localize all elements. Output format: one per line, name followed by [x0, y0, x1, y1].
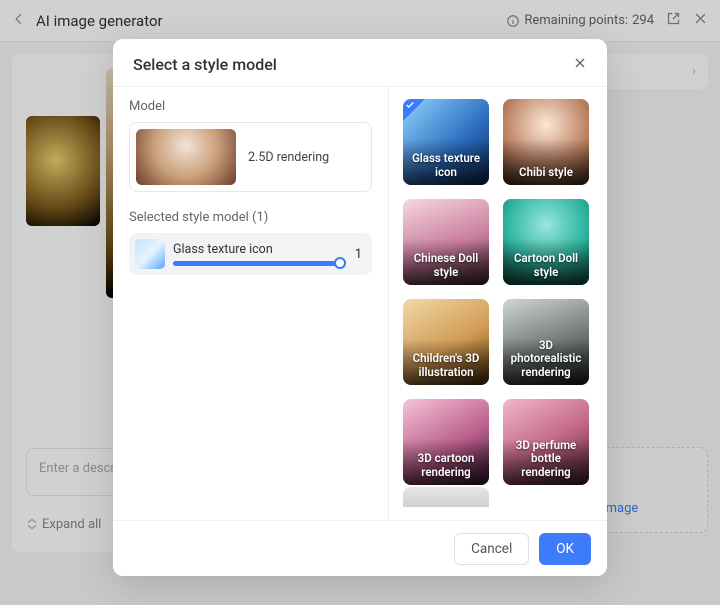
style-model-modal: Select a style model Model 2.5D renderin… [113, 39, 607, 576]
style-item-partial[interactable] [403, 487, 489, 507]
modal-left-pane: Model 2.5D rendering Selected style mode… [113, 87, 389, 520]
selected-check-icon [403, 99, 425, 121]
selected-style-title: Selected style model (1) [129, 210, 372, 225]
style-item-label: Chinese Doll style [407, 252, 485, 280]
base-model-card[interactable]: 2.5D rendering [129, 122, 372, 192]
style-item-cartoon-doll[interactable]: Cartoon Doll style [503, 199, 589, 285]
style-grid: Glass texture icon Chibi style Chinese D… [403, 99, 597, 485]
modal-body: Model 2.5D rendering Selected style mode… [113, 86, 607, 520]
style-item-3d-perfume[interactable]: 3D perfume bottle rendering [503, 399, 589, 485]
modal-header: Select a style model [113, 39, 607, 86]
style-item-chinese-doll[interactable]: Chinese Doll style [403, 199, 489, 285]
modal-right-pane: Glass texture icon Chibi style Chinese D… [389, 87, 607, 520]
style-item-label: 3D perfume bottle rendering [507, 439, 585, 480]
style-item-label: Glass texture icon [407, 152, 485, 180]
style-item-label: Children's 3D illustration [407, 352, 485, 380]
style-item-chibi-style[interactable]: Chibi style [503, 99, 589, 185]
style-item-childrens-3d[interactable]: Children's 3D illustration [403, 299, 489, 385]
weight-value: 1 [352, 247, 362, 262]
style-item-label: Cartoon Doll style [507, 252, 585, 280]
style-item-3d-photorealistic[interactable]: 3D photorealistic rendering [503, 299, 589, 385]
close-icon[interactable] [573, 56, 587, 74]
selected-style-row: Glass texture icon 1 [129, 233, 372, 275]
cancel-button[interactable]: Cancel [454, 533, 529, 565]
modal-footer: Cancel OK [113, 520, 607, 576]
model-section-label: Model [129, 99, 372, 114]
style-item-label: Chibi style [507, 166, 585, 180]
modal-title: Select a style model [133, 55, 277, 74]
selected-style-thumbnail [135, 239, 165, 269]
style-item-3d-cartoon[interactable]: 3D cartoon rendering [403, 399, 489, 485]
style-item-glass-texture-icon[interactable]: Glass texture icon [403, 99, 489, 185]
base-model-name: 2.5D rendering [248, 150, 329, 165]
ok-button[interactable]: OK [539, 533, 591, 565]
style-item-label: 3D photorealistic rendering [507, 339, 585, 380]
slider-knob[interactable] [334, 257, 346, 269]
selected-style-name: Glass texture icon [173, 242, 344, 257]
base-model-thumbnail [136, 129, 236, 185]
style-item-label: 3D cartoon rendering [407, 452, 485, 480]
weight-slider[interactable] [173, 261, 344, 266]
